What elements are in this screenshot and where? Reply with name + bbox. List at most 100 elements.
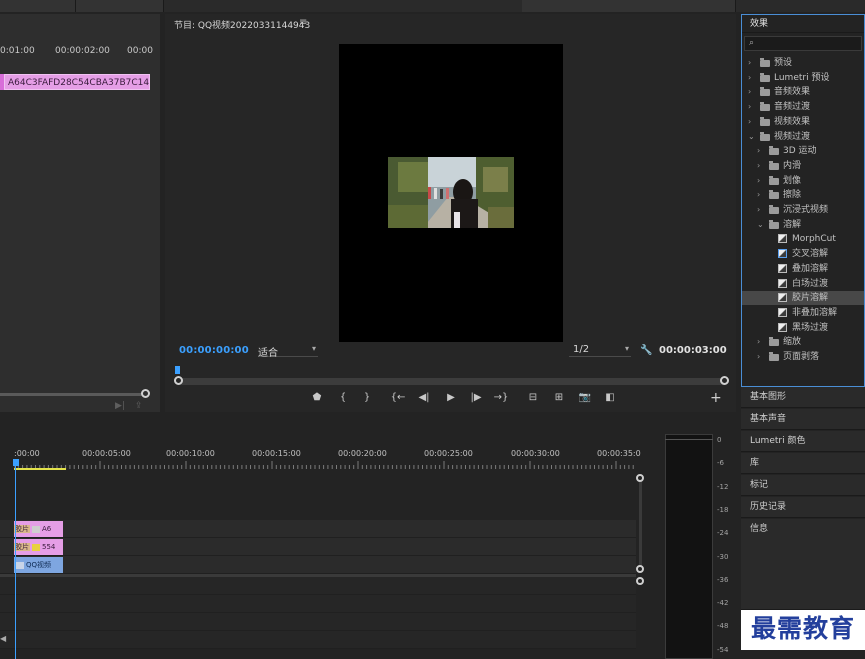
effects-tree-item[interactable]: ⌄ 视频过渡 xyxy=(742,130,864,144)
panel-lumetri-color[interactable]: Lumetri 颜色 xyxy=(741,431,865,452)
effects-tree-item[interactable]: 白场过渡 xyxy=(742,277,864,291)
effects-tree-item[interactable]: › 音频效果 xyxy=(742,85,864,99)
effects-tree-item[interactable]: 非叠加溶解 xyxy=(742,306,864,320)
export-frame-icon[interactable]: ▶| xyxy=(115,401,127,412)
effects-tree-item[interactable]: › 音频过渡 xyxy=(742,100,864,114)
go-to-in-icon[interactable]: {← xyxy=(390,392,406,404)
scrub-end-handle[interactable] xyxy=(720,376,729,385)
step-back-icon[interactable]: ◀| xyxy=(417,392,431,404)
effects-tree-item[interactable]: › 视频效果 xyxy=(742,115,864,129)
track-a3[interactable] xyxy=(0,595,636,613)
source-clip[interactable]: A64C3FAFD28C54CBA37B7C14A4F737 xyxy=(4,74,150,90)
scrub-start-handle[interactable] xyxy=(174,376,183,385)
chevron-right-icon[interactable]: › xyxy=(748,85,751,99)
audio-meter-peak[interactable] xyxy=(665,434,713,440)
effects-tree-item[interactable]: ⌄ 溶解 xyxy=(742,218,864,232)
effects-tree-item[interactable]: › Lumetri 预设 xyxy=(742,71,864,85)
timeline-playhead[interactable] xyxy=(13,459,19,466)
comparison-view-icon[interactable]: ◧ xyxy=(603,392,617,404)
effects-panel: 效果 ⌕ › 预设 › Lumetri 预设 › 音频效果 › 音频过渡 › 视频效果 ⌄ 视频过渡 ›… xyxy=(741,14,865,387)
effects-tree-item[interactable]: › 页面剥落 xyxy=(742,350,864,364)
chevron-right-icon[interactable]: › xyxy=(757,159,760,173)
effects-tree-item[interactable]: › 划像 xyxy=(742,174,864,188)
program-current-timecode[interactable]: 00:00:00:00 xyxy=(179,345,249,356)
effects-tree-item[interactable]: 胶片溶解 xyxy=(742,291,864,306)
share-icon[interactable]: ⇪ xyxy=(135,401,147,412)
panel-tab-strip[interactable] xyxy=(0,0,76,12)
chevron-right-icon[interactable]: › xyxy=(757,188,760,202)
effects-search-input[interactable]: ⌕ xyxy=(744,36,862,51)
db-label: -12 xyxy=(717,482,729,491)
panel-tab-strip[interactable] xyxy=(76,0,164,12)
park-scene-image xyxy=(388,157,514,228)
source-scrollbar[interactable] xyxy=(0,393,146,396)
chevron-right-icon[interactable]: › xyxy=(748,56,751,70)
top-panel-strip xyxy=(0,0,865,12)
panel-essential-sound[interactable]: 基本声音 xyxy=(741,409,865,430)
timeline-vertical-scrollbar[interactable] xyxy=(639,480,642,570)
chevron-down-icon[interactable]: ⌄ xyxy=(748,130,755,144)
chevron-right-icon[interactable]: › xyxy=(748,71,751,85)
timeline-ruler-ticks[interactable] xyxy=(14,461,636,469)
program-monitor-tab[interactable]: 节目: QQ视频20220331144943 xyxy=(174,18,310,31)
zoom-fit-dropdown[interactable]: 适合 ▾ xyxy=(258,344,318,359)
camera-export-frame-icon[interactable]: 📷 xyxy=(578,392,592,404)
video-audio-divider[interactable] xyxy=(0,574,636,577)
settings-wrench-icon[interactable]: 🔧 xyxy=(640,345,652,356)
effects-tree-item[interactable]: › 3D 运动 xyxy=(742,144,864,158)
effects-tree-item[interactable]: › 擦除 xyxy=(742,188,864,202)
mark-in-icon[interactable]: { xyxy=(337,392,349,404)
playback-resolution-dropdown[interactable]: 1/2 ▾ xyxy=(569,344,631,357)
timeline-clip[interactable]: 胶片 554 xyxy=(14,539,63,555)
track-v1[interactable] xyxy=(0,538,636,556)
track-a1[interactable] xyxy=(0,556,636,574)
chevron-right-icon[interactable]: › xyxy=(757,174,760,188)
work-area-bar[interactable] xyxy=(14,468,66,470)
button-editor-add-icon[interactable]: + xyxy=(710,391,722,405)
chevron-right-icon[interactable]: › xyxy=(757,203,760,217)
add-marker-icon[interactable]: ⬟ xyxy=(311,392,323,404)
play-icon[interactable]: ▶ xyxy=(444,392,458,404)
effects-tree-item[interactable]: › 沉浸式视频 xyxy=(742,203,864,217)
step-forward-icon[interactable]: |▶ xyxy=(469,392,483,404)
chevron-right-icon[interactable]: › xyxy=(757,350,760,364)
effects-tree-item[interactable]: MorphCut xyxy=(742,232,864,246)
program-scrub-bar[interactable] xyxy=(179,378,724,385)
chevron-right-icon[interactable]: › xyxy=(748,115,751,129)
video-preview[interactable] xyxy=(339,44,563,342)
panel-history[interactable]: 历史记录 xyxy=(741,497,865,518)
chevron-down-icon[interactable]: ⌄ xyxy=(757,218,764,232)
scroll-handle[interactable] xyxy=(636,565,644,573)
chevron-right-icon[interactable]: › xyxy=(748,100,751,114)
track-a2[interactable] xyxy=(0,577,636,595)
panel-info[interactable]: 信息 xyxy=(741,519,865,610)
chevron-right-icon[interactable]: › xyxy=(757,144,760,158)
source-scroll-handle[interactable] xyxy=(141,389,150,398)
timeline-clip[interactable]: QQ视频 xyxy=(14,557,63,573)
effects-tree-item[interactable]: › 预设 xyxy=(742,56,864,70)
timeline-clip[interactable]: 胶片 A6 xyxy=(14,521,63,537)
lift-icon[interactable]: ⊟ xyxy=(526,392,540,404)
program-playhead[interactable] xyxy=(175,366,180,374)
effects-tree-item[interactable]: › 内滑 xyxy=(742,159,864,173)
extract-icon[interactable]: ⊞ xyxy=(552,392,566,404)
panel-tab-strip[interactable] xyxy=(522,0,736,12)
scroll-handle[interactable] xyxy=(636,474,644,482)
scroll-handle[interactable] xyxy=(636,577,644,585)
track-v2[interactable] xyxy=(0,520,636,538)
effects-tree-item[interactable]: 交叉溶解 xyxy=(742,247,864,261)
effects-tree-item[interactable]: 叠加溶解 xyxy=(742,262,864,276)
effects-tree-item[interactable]: › 缩放 xyxy=(742,335,864,349)
timeline-scroll-left-icon[interactable]: ◀ xyxy=(0,634,6,643)
chevron-right-icon[interactable]: › xyxy=(757,335,760,349)
panel-libraries[interactable]: 库 xyxy=(741,453,865,474)
go-to-out-icon[interactable]: →} xyxy=(493,392,509,404)
track-a5[interactable] xyxy=(0,631,636,649)
panel-markers[interactable]: 标记 xyxy=(741,475,865,496)
panel-menu-icon[interactable]: ≡ xyxy=(299,17,307,28)
track-a4[interactable] xyxy=(0,613,636,631)
effects-tree-item[interactable]: 黑场过渡 xyxy=(742,321,864,335)
mark-out-icon[interactable]: } xyxy=(361,392,373,404)
effects-panel-title[interactable]: 效果 xyxy=(742,15,864,33)
panel-essential-graphics[interactable]: 基本图形 xyxy=(741,387,865,408)
